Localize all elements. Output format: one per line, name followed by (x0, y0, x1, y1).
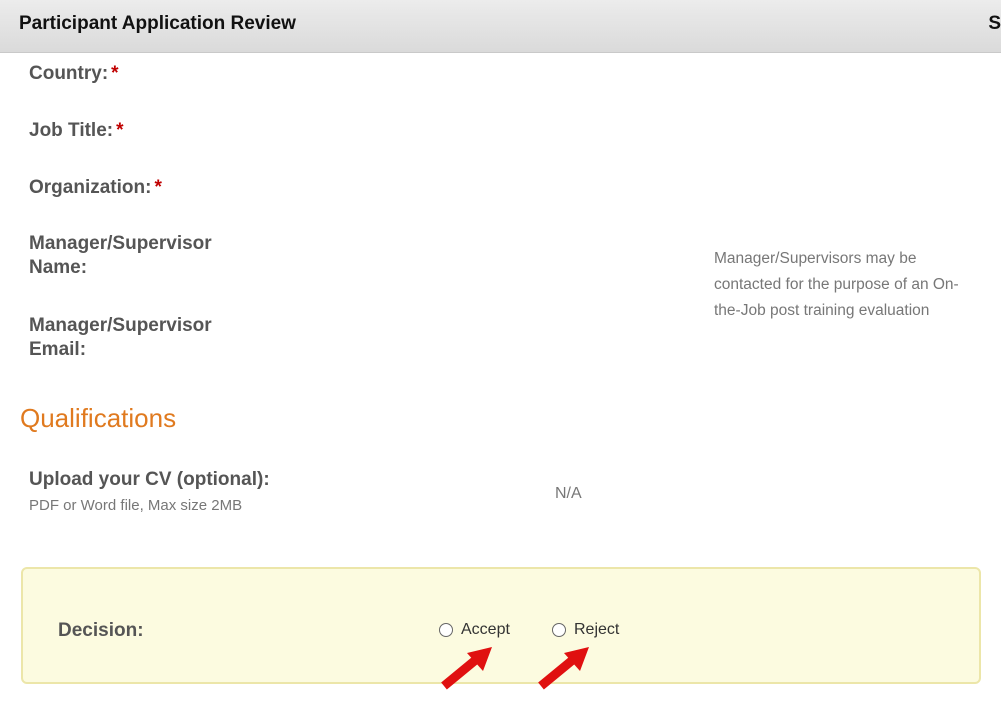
required-mark: * (154, 177, 162, 198)
required-mark: * (116, 120, 124, 141)
accept-radio-label[interactable]: Accept (461, 621, 510, 639)
manager-name-label: Manager/Supervisor Name: (29, 232, 212, 280)
manager-email-label-line2: Email: (29, 339, 87, 360)
decision-label: Decision: (58, 620, 144, 641)
qualifications-heading: Qualifications (20, 403, 177, 433)
reject-radio-label[interactable]: Reject (574, 621, 619, 639)
manager-contact-note: Manager/Supervisors may be contacted for… (714, 250, 959, 319)
country-label-text: Country: (29, 63, 109, 84)
accept-radio-button[interactable] (439, 623, 453, 637)
cv-upload-label: Upload your CV (optional): (29, 469, 270, 490)
application-review-page: Participant Application Review S Country… (0, 0, 1001, 703)
organization-label: Organization: * (29, 176, 162, 200)
page-header: Participant Application Review S (0, 0, 1001, 53)
manager-name-label-line2: Name: (29, 257, 88, 278)
manager-email-label: Manager/Supervisor Email: (29, 314, 212, 362)
cv-upload-value: N/A (555, 485, 582, 502)
reject-radio-option[interactable]: Reject (552, 621, 619, 639)
red-arrow-icon (441, 647, 492, 690)
reject-radio-button[interactable] (552, 623, 566, 637)
organization-label-text: Organization: (29, 177, 152, 198)
required-mark: * (111, 63, 119, 84)
job-title-label-text: Job Title: (29, 120, 114, 141)
cv-upload-hint: PDF or Word file, Max size 2MB (29, 497, 243, 514)
red-arrow-icon (538, 647, 589, 690)
job-title-label: Job Title: * (29, 119, 124, 143)
header-right-glyph: S (988, 13, 1001, 34)
manager-email-label-line1: Manager/Supervisor (29, 315, 212, 336)
page-title: Participant Application Review (19, 13, 296, 34)
manager-name-label-line1: Manager/Supervisor (29, 233, 212, 254)
accept-radio-option[interactable]: Accept (439, 621, 510, 639)
country-label: Country: * (29, 62, 119, 86)
